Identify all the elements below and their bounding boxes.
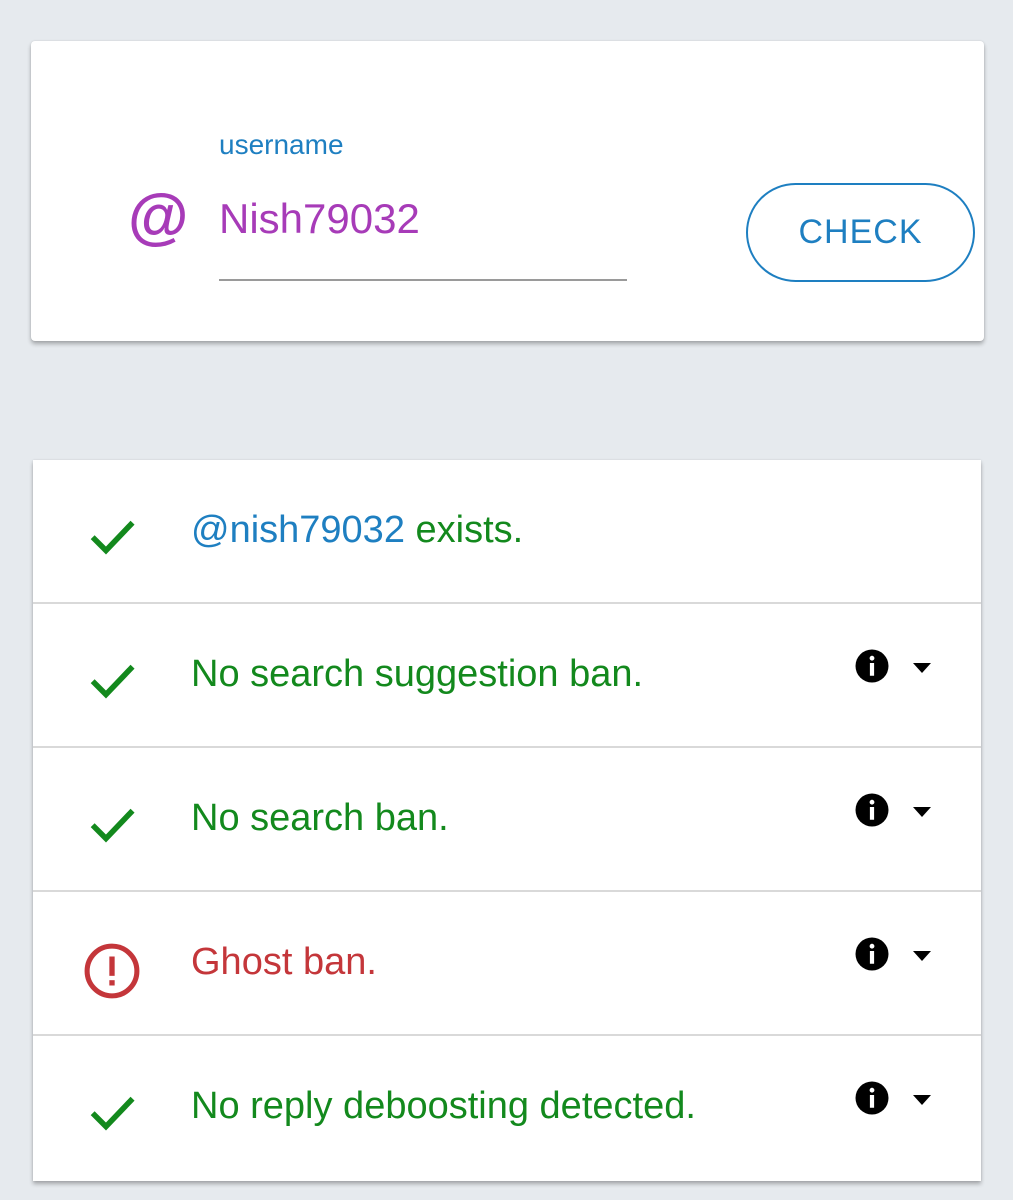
result-text: No search suggestion ban. [191, 653, 644, 695]
check-icon [90, 664, 135, 699]
username-field-underline [219, 279, 627, 281]
username-search-card: @ username CHECK [31, 41, 984, 341]
result-text: @nish79032 exists. [191, 509, 524, 551]
results-card: @nish79032 exists. No search suggestion … [33, 460, 981, 1181]
username-link[interactable]: @nish79032 [191, 509, 405, 551]
caret-down-icon[interactable] [911, 662, 933, 674]
username-input[interactable] [219, 189, 627, 249]
result-text: No search ban. [191, 797, 449, 839]
alert-circle-icon [84, 943, 140, 999]
caret-down-icon[interactable] [911, 950, 933, 962]
result-row-search-suggestion-ban: No search suggestion ban. [33, 604, 981, 748]
result-row-exists: @nish79032 exists. [33, 460, 981, 604]
result-row-reply-deboosting: No reply deboosting detected. [33, 1036, 981, 1178]
info-icon[interactable] [854, 792, 890, 828]
info-icon[interactable] [854, 1080, 890, 1116]
caret-down-icon[interactable] [911, 806, 933, 818]
info-icon[interactable] [854, 648, 890, 684]
info-icon[interactable] [854, 936, 890, 972]
caret-down-icon[interactable] [911, 1094, 933, 1106]
check-icon [90, 520, 135, 555]
check-icon [90, 1096, 135, 1131]
check-icon [90, 808, 135, 843]
result-row-ghost-ban: Ghost ban. [33, 892, 981, 1036]
result-row-search-ban: No search ban. [33, 748, 981, 892]
result-text: No reply deboosting detected. [191, 1085, 696, 1127]
check-button[interactable]: CHECK [746, 183, 975, 282]
username-field-label: username [219, 129, 344, 160]
at-sign-icon: @ [127, 183, 188, 252]
result-text: Ghost ban. [191, 941, 377, 983]
